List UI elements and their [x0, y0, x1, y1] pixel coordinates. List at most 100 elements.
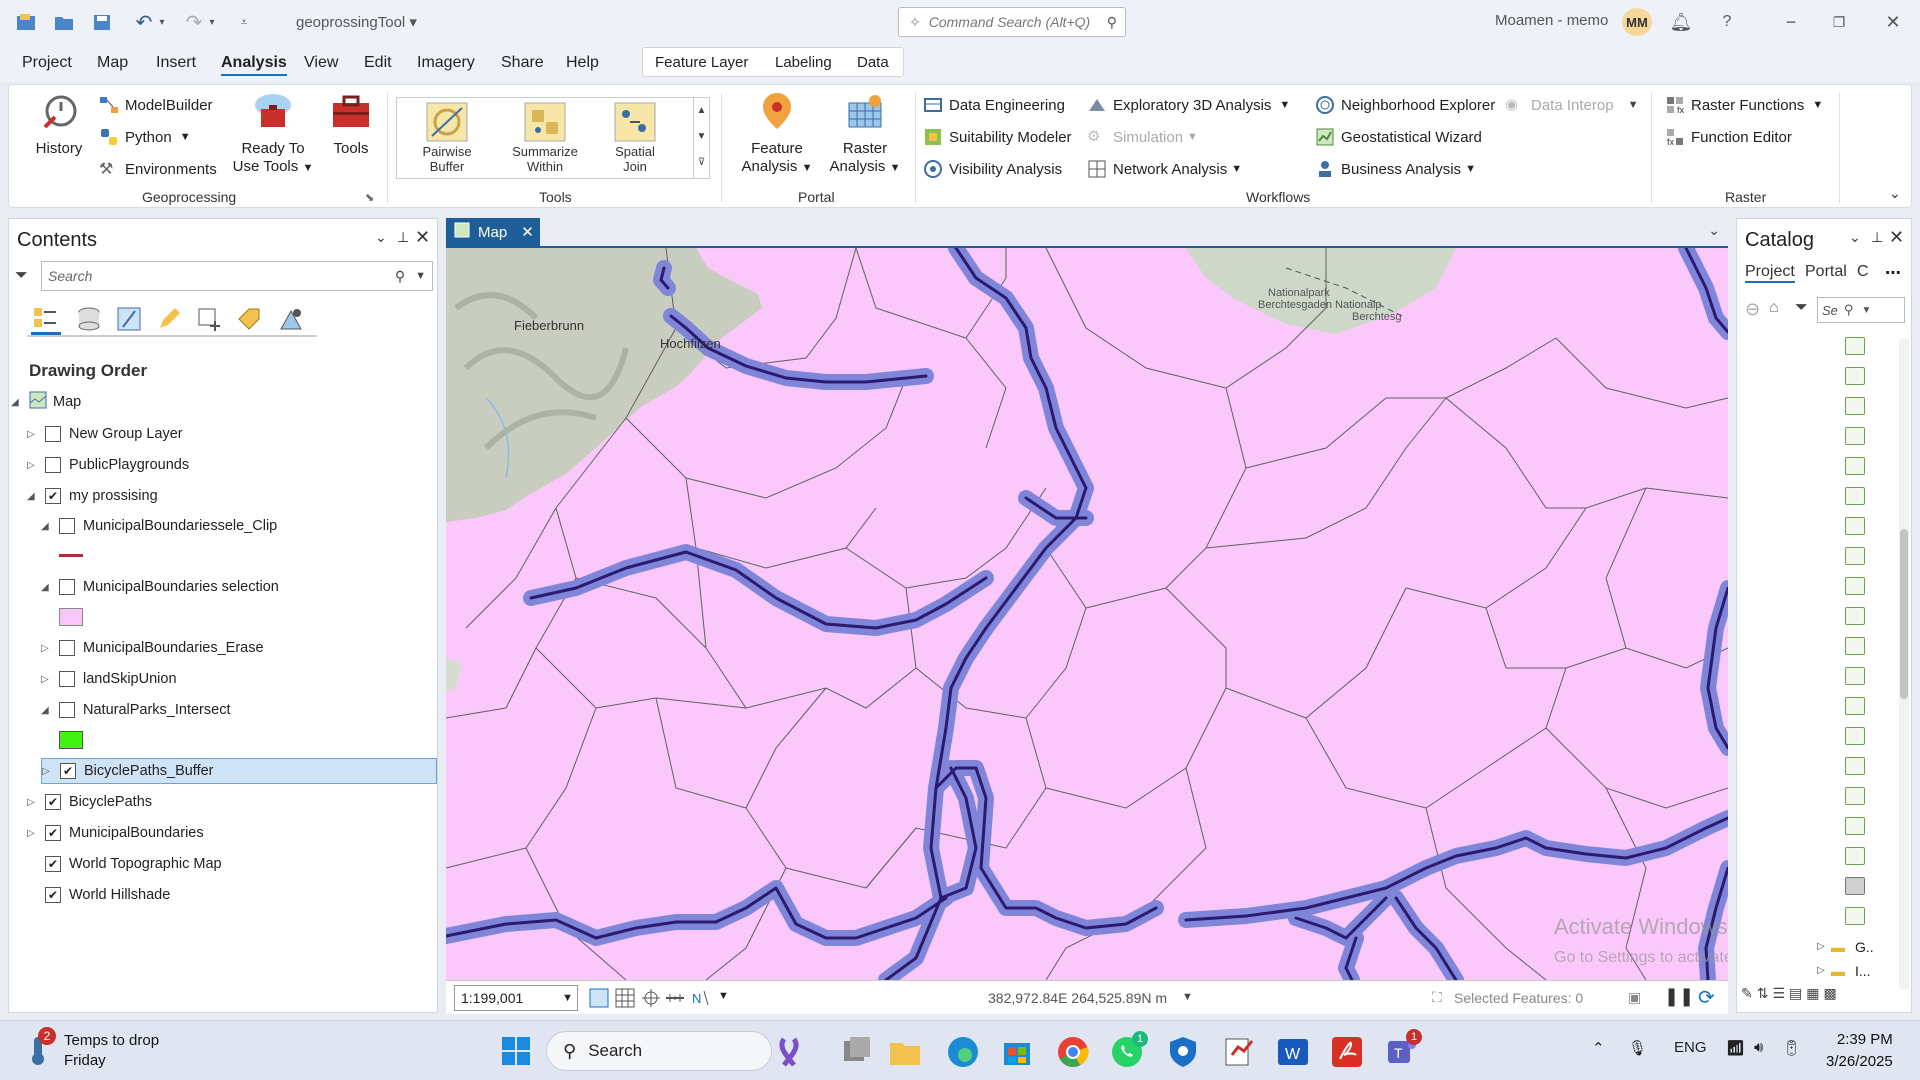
map-view[interactable]: Fieberbrunn Hochfilzen Nationalpark Berc…	[446, 246, 1728, 980]
toc-row-bicyclepaths[interactable]: ▷ ✔ BicyclePaths	[27, 789, 152, 815]
list-view-icon[interactable]: ☰	[1772, 985, 1785, 1009]
map-canvas[interactable]: Fieberbrunn Hochfilzen Nationalpark Berc…	[446, 248, 1728, 980]
close-pane-icon[interactable]: ✕	[1889, 227, 1904, 248]
catalog-item-icon[interactable]	[1845, 727, 1865, 745]
user-name[interactable]: Moamen - memo	[1495, 12, 1608, 29]
data-interop-button[interactable]: ◉ Data Interop ▼	[1505, 95, 1638, 115]
visibility-analysis-button[interactable]: Visibility Analysis	[923, 159, 1062, 179]
tray-overflow-icon[interactable]: ⌃	[1592, 1039, 1605, 1057]
suitability-modeler-button[interactable]: Suitability Modeler	[923, 127, 1072, 147]
clock[interactable]: 2:39 PM 3/26/2025	[1826, 1029, 1893, 1073]
menu-share[interactable]: Share	[501, 54, 544, 72]
back-icon[interactable]: ⊖	[1745, 299, 1760, 320]
toc-row-new-group-layer[interactable]: ▷ New Group Layer	[27, 421, 183, 447]
task-view-icon[interactable]	[840, 1035, 874, 1072]
catalog-item-icon[interactable]	[1845, 517, 1865, 535]
details-view-icon[interactable]: ▤	[1789, 985, 1802, 1009]
filter-icon[interactable]: ⏷	[1795, 299, 1808, 317]
list-by-drawing-order-icon[interactable]	[31, 305, 61, 335]
grid-icon[interactable]	[614, 987, 636, 1012]
scale-dropdown-icon[interactable]: ▼	[562, 992, 573, 1004]
spatial-join-button[interactable]: Spatial Join	[593, 102, 677, 174]
data-engineering-button[interactable]: Data Engineering	[923, 95, 1065, 115]
expander-icon[interactable]: ◢	[41, 582, 53, 593]
expander-icon[interactable]: ▷	[27, 429, 39, 440]
mic-muted-icon[interactable]: 🎙︎	[1628, 1039, 1647, 1057]
vpn-icon[interactable]	[1166, 1035, 1200, 1072]
list-by-editing-icon[interactable]	[155, 305, 183, 336]
history-button[interactable]: History	[29, 93, 89, 158]
gallery-down-icon[interactable]: ▼	[694, 124, 709, 150]
redo-icon[interactable]: ↷	[182, 10, 206, 34]
language-indicator[interactable]: ENG	[1674, 1039, 1707, 1056]
sort-icon[interactable]: ⇅	[1757, 985, 1769, 1009]
visibility-checkbox[interactable]	[59, 702, 75, 718]
business-analysis-button[interactable]: Business Analysis ▼	[1315, 159, 1476, 179]
contents-search-input[interactable]: Search ⚲ ▼	[41, 261, 433, 291]
visibility-checkbox[interactable]: ✔	[45, 488, 61, 504]
scale-selector[interactable]: 1:199,001 ▼	[454, 985, 578, 1011]
app-title[interactable]: geoprossingTool ▾	[296, 13, 417, 31]
gallery-expand-icon[interactable]: ⊽	[694, 150, 709, 176]
save-icon[interactable]	[90, 10, 114, 34]
modelbuilder-button[interactable]: ModelBuilder	[99, 95, 213, 115]
toc-row-municipal-clip[interactable]: ◢ MunicipalBoundariessele_Clip	[41, 513, 277, 539]
line-symbol-swatch[interactable]	[59, 554, 83, 557]
list-by-data-source-icon[interactable]	[75, 305, 103, 336]
redo-dropdown-icon[interactable]: ▾	[206, 10, 218, 34]
menu-edit[interactable]: Edit	[364, 54, 392, 72]
awareness-ribbon-icon[interactable]	[772, 1035, 806, 1072]
close-pane-icon[interactable]: ✕	[415, 227, 430, 248]
catalog-tab-c[interactable]: C	[1857, 263, 1869, 281]
toc-row-municipal-selection[interactable]: ◢ MunicipalBoundaries selection	[41, 574, 279, 600]
pin-icon[interactable]: ⊥	[397, 229, 409, 246]
minimize-icon[interactable]: −	[1776, 8, 1806, 36]
tree-expander-icon[interactable]: ▷	[1817, 965, 1825, 976]
tab-labeling[interactable]: Labeling	[775, 54, 832, 71]
exploratory-3d-button[interactable]: Exploratory 3D Analysis ▼	[1087, 95, 1290, 115]
catalog-item-icon[interactable]	[1845, 427, 1865, 445]
ready-to-use-tools-button[interactable]: Ready To Use Tools ▼	[231, 91, 315, 177]
visibility-checkbox[interactable]	[45, 426, 61, 442]
visibility-checkbox[interactable]: ✔	[45, 825, 61, 841]
catalog-item-icon[interactable]	[1845, 667, 1865, 685]
raster-analysis-button[interactable]: Raster Analysis ▼	[823, 91, 907, 177]
tree-expander-icon[interactable]: ▷	[1817, 941, 1825, 952]
catalog-item-icon[interactable]	[1845, 877, 1865, 895]
geostatistical-wizard-button[interactable]: Geostatistical Wizard	[1315, 127, 1482, 147]
menu-insert[interactable]: Insert	[156, 54, 196, 72]
taskbar-search[interactable]: ⚲ Search	[546, 1031, 772, 1071]
visibility-checkbox[interactable]	[59, 579, 75, 595]
polygon-symbol-swatch[interactable]	[59, 731, 83, 749]
expander-icon[interactable]: ▷	[27, 828, 39, 839]
measure-icon[interactable]	[664, 987, 686, 1012]
environments-button[interactable]: ⚒ Environments	[99, 159, 217, 179]
catalog-item-icon[interactable]	[1845, 337, 1865, 355]
toc-row-bicyclepaths-buffer[interactable]: ▷ ✔ BicyclePaths_Buffer	[41, 758, 437, 784]
catalog-tab-portal[interactable]: Portal	[1805, 263, 1847, 281]
visibility-checkbox[interactable]	[59, 640, 75, 656]
arcgis-pro-icon[interactable]	[1222, 1035, 1256, 1072]
pane-options-icon[interactable]: ⌄	[375, 229, 387, 246]
network-analysis-button[interactable]: Network Analysis ▼	[1087, 159, 1242, 179]
scrollbar-thumb[interactable]	[1900, 529, 1908, 699]
close-tab-icon[interactable]: ✕	[521, 223, 534, 241]
toc-row-naturalparks-intersect[interactable]: ◢ NaturalParks_Intersect	[41, 697, 230, 723]
visibility-checkbox[interactable]: ✔	[45, 887, 61, 903]
menu-analysis[interactable]: Analysis	[221, 54, 287, 76]
visibility-checkbox[interactable]	[59, 518, 75, 534]
expander-icon[interactable]: ▷	[27, 797, 39, 808]
expander-icon[interactable]: ◢	[27, 491, 39, 502]
expander-icon[interactable]: ▷	[41, 643, 53, 654]
customize-toolbar-icon[interactable]: ⩡	[232, 10, 256, 34]
raster-functions-button[interactable]: fx Raster Functions ▼	[1665, 95, 1823, 115]
search-dropdown-icon[interactable]: ▼	[1861, 305, 1871, 316]
filter-icon[interactable]: ⏷	[15, 267, 28, 285]
command-search[interactable]: ✧ Command Search (Alt+Q) ⚲	[898, 7, 1126, 37]
pencil-icon[interactable]: ✎	[1741, 985, 1753, 1009]
list-by-selection-icon[interactable]	[115, 305, 143, 336]
list-by-perspective-imagery-icon[interactable]	[277, 305, 305, 336]
chrome-icon[interactable]	[1056, 1035, 1090, 1072]
pause-drawing-icon[interactable]: ❚❚	[1664, 986, 1694, 1007]
help-icon[interactable]: ?	[1712, 8, 1742, 36]
